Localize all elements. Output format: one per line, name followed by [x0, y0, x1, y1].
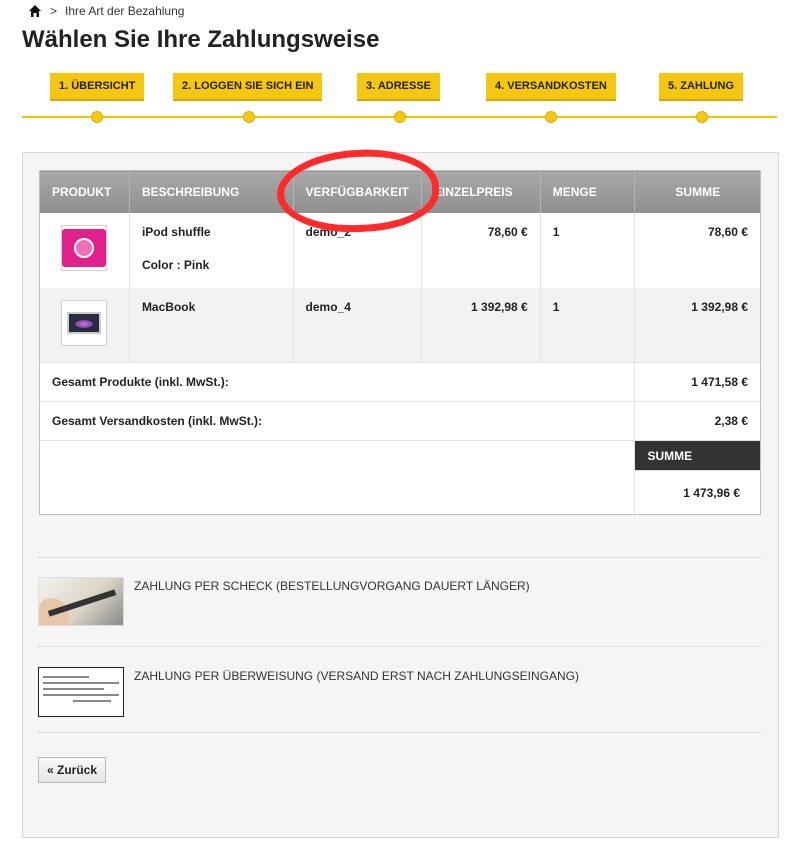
header-availability: VERFÜGBARKEIT [293, 170, 422, 213]
step-dot [545, 111, 557, 123]
breadcrumb: > Ihre Art der Bezahlung [28, 4, 184, 18]
table-row: MacBook demo_4 1 392,98 € 1 1 392,98 € [39, 287, 761, 363]
step-dot [243, 111, 255, 123]
check-icon[interactable] [38, 577, 124, 626]
breadcrumb-separator: > [50, 4, 58, 18]
breadcrumb-current: Ihre Art der Bezahlung [65, 4, 185, 18]
product-attribute: Color : Pink [141, 257, 210, 272]
unit-price-cell: 78,60 € [421, 212, 541, 288]
step-address[interactable]: 3. ADRESSE [357, 73, 441, 99]
grand-total-value: 1 473,96 € [634, 470, 761, 515]
payment-option-check[interactable]: ZAHLUNG PER SCHECK (BESTELLUNGVORGANG DA… [38, 577, 530, 626]
grand-total-head-row: SUMME [39, 440, 761, 515]
table-row: iPod shuffle Color : Pink demo_2 78,60 €… [39, 212, 761, 288]
header-unit-price: EINZELPREIS [421, 170, 541, 213]
macbook-image [67, 311, 102, 334]
availability-cell: demo_4 [293, 287, 422, 363]
total-shipping-value: 2,38 € [634, 401, 761, 441]
total-shipping-label: Gesamt Versandkosten (inkl. MwSt.): [39, 401, 636, 441]
quantity-cell: 1 [540, 212, 636, 288]
step-dot [696, 111, 708, 123]
header-description: BESCHREIBUNG [129, 170, 294, 213]
ipod-shuffle-thumbnail[interactable] [61, 224, 108, 271]
step-dot [91, 111, 103, 123]
divider [38, 732, 762, 733]
cart-summary-table: PRODUKT BESCHREIBUNG VERFÜGBARKEIT EINZE… [39, 170, 761, 515]
divider [38, 646, 762, 647]
header-product: PRODUKT [39, 170, 130, 213]
bank-transfer-icon[interactable] [38, 667, 124, 717]
divider [38, 557, 762, 558]
table-header-row: PRODUKT BESCHREIBUNG VERFÜGBARKEIT EINZE… [39, 170, 761, 213]
product-name-link[interactable]: iPod shuffle [142, 225, 281, 239]
payment-option-bank-transfer[interactable]: ZAHLUNG PER ÜBERWEISUNG (VERSAND ERST NA… [38, 667, 579, 717]
total-cell: 1 392,98 € [634, 287, 761, 363]
total-shipping-row: Gesamt Versandkosten (inkl. MwSt.): 2,38… [39, 401, 761, 441]
total-cell: 78,60 € [707, 224, 748, 239]
payment-option-bank-transfer-label[interactable]: ZAHLUNG PER ÜBERWEISUNG (VERSAND ERST NA… [134, 669, 579, 683]
macbook-thumbnail[interactable] [61, 299, 108, 346]
back-button[interactable]: « Zurück [38, 757, 107, 783]
quantity-cell: 1 [540, 287, 636, 363]
unit-price-cell: 1 392,98 € [421, 287, 541, 363]
step-dot [394, 111, 406, 123]
step-shipping[interactable]: 4. VERSANDKOSTEN [486, 73, 616, 99]
home-icon[interactable] [28, 4, 42, 18]
ipod-image [62, 228, 107, 267]
total-products-row: Gesamt Produkte (inkl. MwSt.): 1 471,58 … [39, 362, 761, 402]
header-total: SUMME [634, 170, 761, 213]
payment-option-check-label[interactable]: ZAHLUNG PER SCHECK (BESTELLUNGVORGANG DA… [134, 579, 530, 593]
header-quantity: MENGE [540, 170, 636, 213]
availability-cell: demo_2 [293, 212, 422, 288]
page-title: Wählen Sie Ihre Zahlungsweise [22, 26, 380, 53]
total-products-label: Gesamt Produkte (inkl. MwSt.): [39, 362, 636, 402]
step-login[interactable]: 2. LOGGEN SIE SICH EIN [173, 73, 323, 99]
grand-total-label: SUMME [634, 440, 761, 471]
step-payment[interactable]: 5. ZAHLUNG [659, 73, 743, 99]
step-overview[interactable]: 1. ÜBERSICHT [50, 73, 145, 99]
product-name-link[interactable]: MacBook [142, 300, 281, 314]
total-products-value: 1 471,58 € [634, 362, 761, 402]
